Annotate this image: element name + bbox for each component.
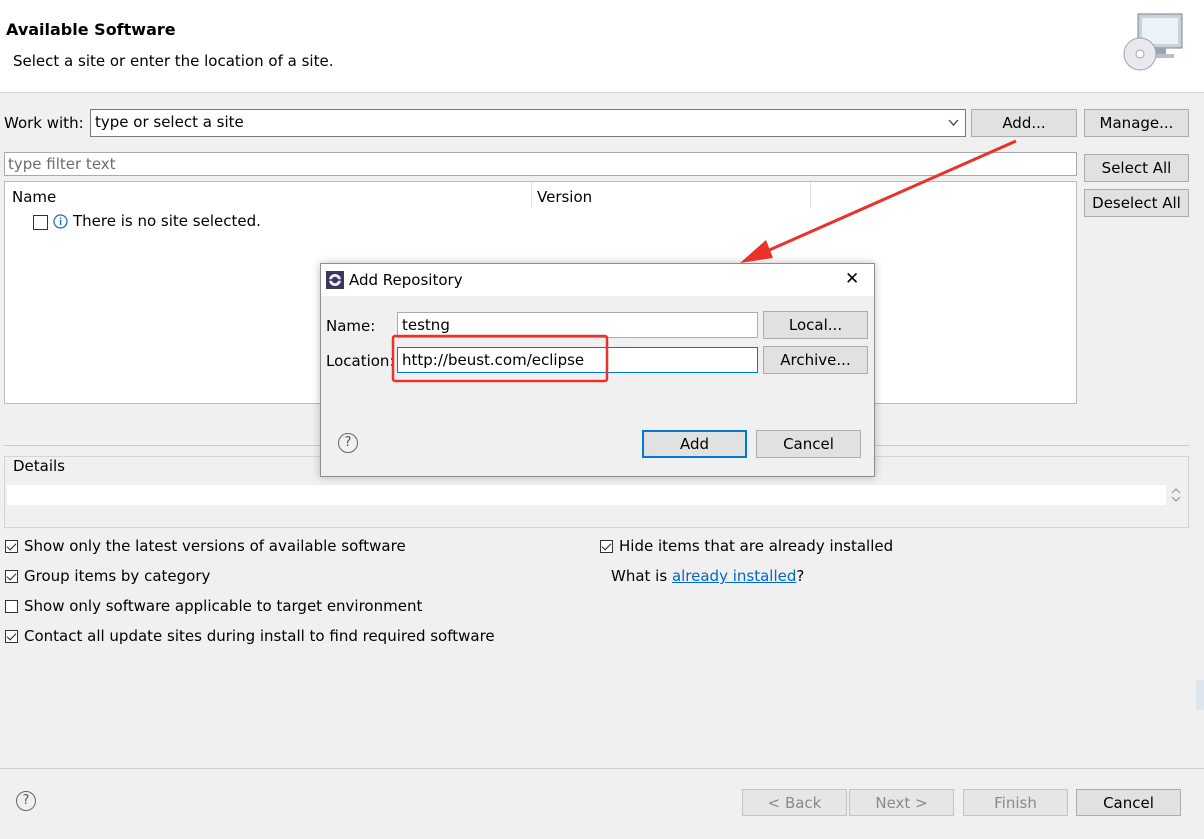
column-separator [810,182,811,208]
row-checkbox[interactable] [33,215,48,230]
back-button[interactable]: < Back [742,789,847,816]
location-label: Location: [326,352,395,370]
add-site-button[interactable]: Add... [971,109,1077,137]
what-is-installed-text: What is already installed? [611,567,804,585]
latest-versions-checkbox[interactable] [5,540,18,553]
column-header-version[interactable]: Version [537,188,592,206]
deselect-all-button[interactable]: Deselect All [1084,189,1189,217]
group-by-category-checkbox[interactable] [5,570,18,583]
group-by-category-label[interactable]: Group items by category [24,567,210,585]
help-icon[interactable]: ? [16,791,36,811]
wizard-header [0,0,1204,93]
target-environment-checkbox[interactable] [5,600,18,613]
name-label: Name: [326,317,376,335]
cancel-button[interactable]: Cancel [1076,789,1181,816]
add-repository-dialog: Add Repository ✕ Name: testng Local... L… [320,263,875,477]
empty-table-message: There is no site selected. [73,212,261,230]
local-button[interactable]: Local... [763,311,868,339]
repository-name-input[interactable]: testng [397,312,758,338]
already-installed-link[interactable]: already installed [672,567,796,585]
dialog-add-button[interactable]: Add [642,430,747,458]
install-software-icon [1123,13,1183,71]
latest-versions-label[interactable]: Show only the latest versions of availab… [24,537,406,555]
footer-divider [0,768,1204,769]
target-environment-label[interactable]: Show only software applicable to target … [24,597,422,615]
page-subtitle: Select a site or enter the location of a… [13,52,334,70]
filter-input[interactable]: type filter text [4,152,1077,176]
dialog-help-icon[interactable]: ? [338,433,358,453]
details-text-area[interactable] [7,485,1166,505]
dialog-cancel-button[interactable]: Cancel [756,430,861,458]
details-label: Details [13,457,66,475]
contact-update-sites-label[interactable]: Contact all update sites during install … [24,627,495,645]
what-is-prefix: What is [611,567,672,585]
info-icon [53,214,68,229]
archive-button[interactable]: Archive... [763,346,868,374]
finish-button[interactable]: Finish [963,789,1068,816]
close-icon[interactable]: ✕ [845,269,859,289]
page-title: Available Software [6,20,176,39]
work-with-combo[interactable]: type or select a site [90,109,966,137]
details-scroll-arrows-icon[interactable] [1170,485,1182,505]
work-with-value: type or select a site [95,113,244,131]
window-edge [1196,680,1204,710]
column-separator [531,182,532,208]
dialog-title: Add Repository [349,271,463,289]
hide-installed-label[interactable]: Hide items that are already installed [619,537,893,555]
eclipse-icon [326,271,344,289]
chevron-down-icon[interactable] [948,119,959,127]
work-with-label: Work with: [4,114,84,132]
column-header-name[interactable]: Name [12,188,56,206]
contact-update-sites-checkbox[interactable] [5,630,18,643]
what-is-suffix: ? [796,567,805,585]
manage-sites-button[interactable]: Manage... [1084,109,1189,137]
select-all-button[interactable]: Select All [1084,154,1189,182]
next-button[interactable]: Next > [849,789,954,816]
repository-location-input[interactable]: http://beust.com/eclipse [397,347,758,373]
hide-installed-checkbox[interactable] [600,540,613,553]
